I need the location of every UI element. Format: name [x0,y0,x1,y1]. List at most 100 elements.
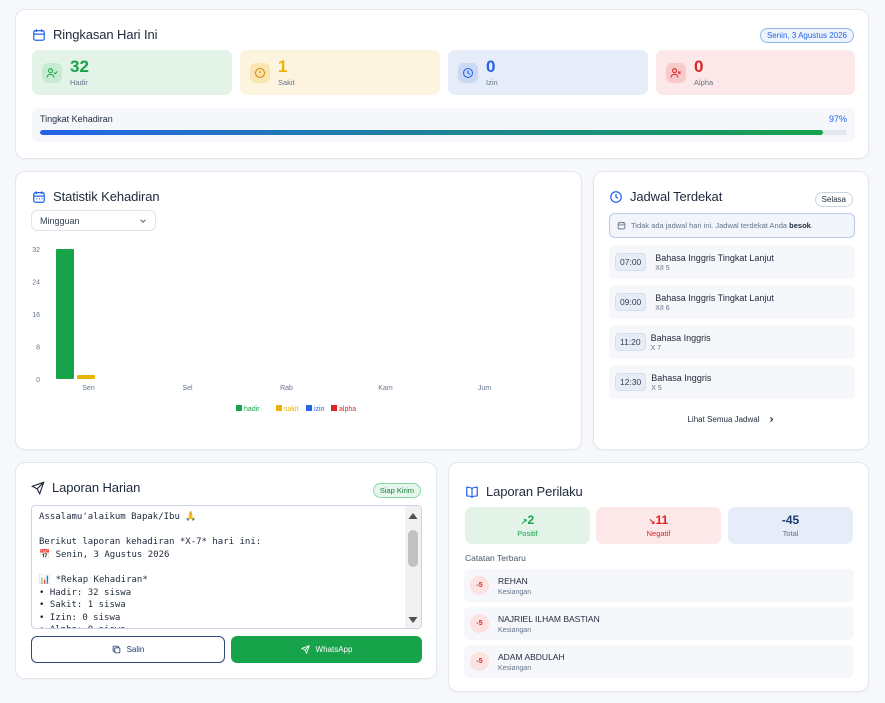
negative-label: Negatif [646,529,671,538]
stat-hadir-label: Hadir [70,78,88,87]
legend-label-alpha: alpha [339,406,356,413]
legend-label-izin: izin [314,406,325,413]
attendance-percent: 97% [828,114,847,124]
schedule-subject: Bahasa Inggris Tingkat Lanjut [655,292,774,303]
x-tick-label: Kam [378,385,393,392]
copy-button-label: Salin [126,645,145,654]
positive-label: Positif [517,529,538,538]
legend-swatch-sakit [276,405,282,411]
behavior-card: Laporan Perilaku ↗2 Positif ↘11 Negatif … [448,462,869,692]
schedule-time: 07:00 [615,253,647,271]
behavior-title-text: Laporan Perilaku [486,484,583,499]
whatsapp-button[interactable]: WhatsApp [231,636,422,663]
scroll-up-icon[interactable] [408,512,418,520]
message-text: Assalamu'alaikum Bapak/Ibu 🙏 Berikut lap… [39,512,262,628]
see-all-label: Lihat Semua Jadwal [687,415,760,424]
trend-down-icon: ↘ [648,517,656,526]
y-tick-label: 32 [32,247,40,254]
schedule-notice: Tidak ada jadwal hari ini. Jadwal terdek… [609,213,855,238]
copy-button[interactable]: Salin [31,636,225,663]
points-badge: -5 [470,652,489,671]
note-type: Kesiangan [498,664,532,672]
negative-stat: ↘11 Negatif [596,507,721,544]
message-textarea[interactable]: Assalamu'alaikum Bapak/Ibu 🙏 Berikut lap… [31,505,422,629]
attendance-track [40,130,847,135]
schedule-item[interactable]: 09:00 Bahasa Inggris Tingkat Lanjut XII 6 [609,285,855,319]
total-value: -45 [781,513,800,527]
behavior-title: Laporan Perilaku [465,484,583,499]
stat-sakit-label: Sakit [278,78,295,87]
notice-suffix: . [810,221,813,230]
ready-status-badge: Siap Kirim [372,483,421,498]
positive-number: 2 [527,513,535,527]
stat-alpha-label: Alpha [694,78,714,87]
bar-hadir [56,249,74,379]
attendance-label: Tingkat Kehadiran [40,114,113,124]
see-all-schedule-link[interactable]: Lihat Semua Jadwal [594,415,868,424]
legend-swatch-hadir [236,405,242,411]
negative-number: 11 [655,513,669,527]
scroll-down-icon[interactable] [408,616,418,624]
notice-prefix: Tidak ada jadwal hari ini. Jadwal terdek… [631,221,790,230]
stat-izin: 0 Izin [448,50,648,95]
clock-icon [458,62,478,83]
summary-title-text: Ringkasan Hari Ini [53,27,158,42]
schedule-class: X 5 [651,384,662,392]
trend-up-icon: ↗ [520,517,528,526]
note-type: Kesiangan [498,626,532,634]
student-name: ADAM ABDULAH [498,651,565,662]
stat-alpha-value: 0 [694,57,704,76]
points-badge: -5 [470,576,489,595]
schedule-item[interactable]: 11:20 Bahasa Inggris X 7 [609,325,855,359]
stat-sakit-value: 1 [278,57,288,76]
negative-value: ↘11 [596,513,721,527]
stat-izin-value: 0 [486,57,496,76]
recent-notes-label: Catatan Terbaru [465,553,526,563]
schedule-subject: Bahasa Inggris [650,332,711,343]
legend-label-sakit: sakit [284,406,298,413]
student-name: NAJRIEL ILHAM BASTIAN [498,613,600,624]
date-badge: Senin, 3 Agustus 2026 [759,28,854,43]
day-badge: Selasa [814,192,853,207]
behavior-note[interactable]: -5 NAJRIEL ILHAM BASTIAN Kesiangan [464,607,854,640]
user-check-icon [42,62,62,83]
behavior-note[interactable]: -5 REHAN Kesiangan [464,569,854,602]
copy-icon [112,645,120,654]
stat-hadir-value: 32 [70,57,89,76]
schedule-item[interactable]: 07:00 Bahasa Inggris Tingkat Lanjut XII 5 [609,245,855,279]
daily-report-title-text: Laporan Harian [52,480,141,495]
calendar-icon [33,28,45,41]
y-tick-label: 24 [32,280,40,287]
stat-alpha: 0 Alpha [656,50,855,95]
schedule-class: XII 5 [655,264,670,272]
attendance-rate: Tingkat Kehadiran 97% [32,108,855,142]
summary-title: Ringkasan Hari Ini [32,27,158,42]
clock-icon [610,190,622,203]
student-name: REHAN [498,575,528,586]
scrollbar[interactable] [405,506,421,628]
y-tick-label: 0 [36,377,40,384]
alert-circle-icon [250,62,270,83]
total-stat: -45 Total [728,507,853,544]
schedule-time: 12:30 [615,373,647,391]
total-label: Total [782,529,799,538]
schedule-class: XII 6 [655,304,670,312]
schedule-title: Jadwal Terdekat [609,189,722,204]
positive-value: ↗2 [465,513,590,527]
stat-hadir: 32 Hadir [32,50,232,95]
user-x-icon [666,62,686,83]
scrollbar-thumb[interactable] [408,530,418,567]
daily-report-title: Laporan Harian [31,480,140,495]
stat-izin-label: Izin [486,78,498,87]
schedule-card: Jadwal Terdekat Selasa Tidak ada jadwal … [593,171,869,450]
calendar-icon [617,221,626,230]
behavior-note[interactable]: -5 ADAM ABDULAH Kesiangan [464,645,854,678]
schedule-subject: Bahasa Inggris [651,372,712,383]
schedule-title-text: Jadwal Terdekat [630,189,723,204]
send-icon [300,645,310,654]
schedule-item[interactable]: 12:30 Bahasa Inggris X 5 [609,365,855,399]
chevron-right-icon [769,417,773,422]
schedule-time: 11:20 [615,333,646,351]
y-tick-label: 16 [32,312,40,319]
send-icon [31,480,45,495]
